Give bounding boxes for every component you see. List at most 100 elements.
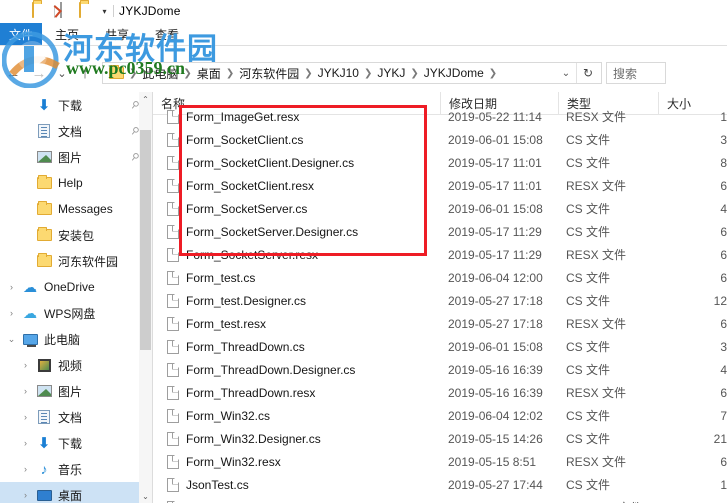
- table-row[interactable]: Form_SocketClient.Designer.cs 2019-05-17 …: [153, 151, 727, 174]
- sidebar-item-4[interactable]: Messages: [0, 196, 152, 222]
- breadcrumb-item-this-pc[interactable]: 此电脑: [139, 65, 181, 82]
- properties-icon[interactable]: [60, 2, 77, 19]
- table-row[interactable]: Form_Win32.cs 2019-06-04 12:02 CS 文件 7: [153, 404, 727, 427]
- file-date-cell: 2019-05-27 17:18: [448, 293, 543, 308]
- scroll-up-icon[interactable]: ⌃: [139, 92, 152, 106]
- recent-locations-icon[interactable]: ⌄: [52, 60, 72, 86]
- chevron-expand-icon[interactable]: ›: [4, 308, 19, 318]
- sidebar-item-5[interactable]: 安装包: [0, 222, 152, 248]
- sidebar-item-9[interactable]: ⌄ 此电脑: [0, 326, 152, 352]
- refresh-icon[interactable]: ↻: [577, 66, 599, 80]
- sidebar-item-label: 此电脑: [44, 332, 81, 347]
- table-row[interactable]: Form_SocketServer.resx 2019-05-17 11:29 RE…: [153, 243, 727, 266]
- file-name-label: Form_SocketServer.cs: [186, 201, 308, 216]
- file-type-cell: RESX 文件: [566, 110, 627, 124]
- file-name-label: Form_Win32.cs: [186, 408, 271, 423]
- tab-share[interactable]: 共享: [92, 23, 143, 46]
- chevron-expand-icon[interactable]: ›: [18, 412, 33, 422]
- breadcrumb-item-jykj10[interactable]: JYKJ10: [315, 66, 362, 80]
- table-row[interactable]: Form_SocketServer.Designer.cs 2019-05-17 …: [153, 220, 727, 243]
- onedrive-icon: ☁: [23, 279, 37, 295]
- file-date-cell: 2019-06-04 12:00: [448, 270, 543, 285]
- folder-icon[interactable]: [79, 2, 96, 19]
- chevron-down-icon[interactable]: ⌄: [556, 68, 576, 79]
- file-type-cell: CS 文件: [566, 432, 611, 446]
- breadcrumb-item-jykj[interactable]: JYKJ: [374, 66, 408, 80]
- sidebar-item-11[interactable]: › 图片: [0, 378, 152, 404]
- chevron-expand-icon[interactable]: ›: [18, 438, 33, 448]
- table-row[interactable]: Form_test.resx 2019-05-27 17:18 RESX 文件 6: [153, 312, 727, 335]
- table-row[interactable]: Form_SocketClient.resx 2019-05-17 11:01 RE…: [153, 174, 727, 197]
- table-row[interactable]: Form_SocketClient.cs 2019-06-01 15:08 CS 文…: [153, 128, 727, 151]
- sidebar-item-8[interactable]: › ☁ WPS网盘: [0, 300, 152, 326]
- forward-arrow-icon[interactable]: →: [26, 60, 52, 86]
- file-name-label: Form_SocketServer.resx: [186, 247, 319, 262]
- up-arrow-icon[interactable]: ↑: [72, 60, 98, 86]
- file-size-cell: 6: [720, 454, 727, 469]
- scroll-down-icon[interactable]: ⌄: [139, 489, 152, 503]
- file-icon: [167, 293, 179, 308]
- table-row[interactable]: Form_ThreadDown.Designer.cs 2019-05-16 16…: [153, 358, 727, 381]
- sidebar-item-2[interactable]: 图片 ⚲: [0, 144, 152, 170]
- chevron-expand-icon[interactable]: ›: [18, 464, 33, 474]
- file-name-cell: Form_SocketServer.resx: [153, 247, 440, 262]
- table-row[interactable]: Form_Win32.resx 2019-05-15 8:51 RESX 文件 6: [153, 450, 727, 473]
- chevron-down-icon[interactable]: ▾: [98, 4, 111, 18]
- table-row[interactable]: Form_ThreadDown.cs 2019-06-01 15:08 CS 文件 3: [153, 335, 727, 358]
- sidebar-item-7[interactable]: › ☁ OneDrive: [0, 274, 152, 300]
- sidebar-item-15[interactable]: › 桌面: [0, 482, 152, 503]
- table-row[interactable]: Form_ThreadDown.resx 2019-05-16 16:39 RESX…: [153, 381, 727, 404]
- sidebar-item-0[interactable]: ⬇ 下载 ⚲: [0, 92, 152, 118]
- file-type-cell: RESX 文件: [566, 248, 627, 262]
- breadcrumb-separator: ❯: [363, 67, 373, 79]
- sidebar-item-14[interactable]: › ♪ 音乐: [0, 456, 152, 482]
- breadcrumb-item-hedong[interactable]: 河东软件园: [236, 65, 302, 82]
- table-row[interactable]: JsonTest.cs 2019-05-27 17:44 CS 文件 1: [153, 473, 727, 496]
- table-row[interactable]: Form_ImageGet.resx 2019-05-22 11:14 RESX 文…: [153, 105, 727, 128]
- chevron-expand-icon[interactable]: ›: [4, 282, 19, 292]
- navpane-scrollbar[interactable]: ⌃ ⌄: [139, 92, 152, 503]
- sidebar-item-13[interactable]: › ⬇ 下载: [0, 430, 152, 456]
- table-row[interactable]: Form_test.cs 2019-06-04 12:00 CS 文件 6: [153, 266, 727, 289]
- file-type-cell: CS 文件: [566, 409, 611, 423]
- tab-home[interactable]: 主页: [42, 23, 93, 46]
- sidebar-item-label: Messages: [58, 202, 113, 216]
- address-breadcrumb-field[interactable]: ❯ 此电脑 ❯ 桌面 ❯ 河东软件园 ❯ JYKJ10 ❯ JYKJ ❯ JYK…: [102, 62, 602, 84]
- back-arrow-icon[interactable]: ←: [0, 60, 26, 86]
- breadcrumb-item-jykjdome[interactable]: JYKJDome: [421, 66, 487, 80]
- chevron-expand-icon[interactable]: ⌄: [4, 334, 19, 345]
- search-input[interactable]: 搜索: [606, 62, 666, 84]
- chevron-expand-icon[interactable]: ›: [18, 490, 33, 500]
- file-name-cell: Form_SocketClient.resx: [153, 178, 440, 193]
- sidebar-item-label: 下载: [58, 436, 83, 451]
- sidebar-item-label: 图片: [58, 150, 83, 165]
- thispc-icon: [19, 333, 41, 347]
- file-size-cell: 6: [720, 178, 727, 193]
- scrollbar-thumb[interactable]: [140, 130, 151, 350]
- table-row[interactable]: Form_SocketServer.cs 2019-06-01 15:08 CS 文…: [153, 197, 727, 220]
- table-row[interactable]: Form_Win32.Designer.cs 2019-05-15 14:26 CS…: [153, 427, 727, 450]
- chevron-expand-icon[interactable]: ›: [18, 360, 33, 370]
- new-folder-icon[interactable]: [32, 2, 49, 19]
- sidebar-item-1[interactable]: 文档 ⚲: [0, 118, 152, 144]
- sidebar-item-3[interactable]: Help: [0, 170, 152, 196]
- ribbon-divider: [0, 45, 727, 46]
- tab-view[interactable]: 查看: [142, 23, 193, 46]
- file-icon: [167, 408, 179, 423]
- sidebar-item-12[interactable]: › 文档: [0, 404, 152, 430]
- file-size-cell: 21: [713, 431, 727, 446]
- desktop-icon: [33, 489, 55, 501]
- file-size-cell: 6: [720, 385, 727, 400]
- file-date-cell: 2019-06-01 15:08: [448, 339, 543, 354]
- sidebar-item-6[interactable]: 河东软件园: [0, 248, 152, 274]
- sidebar-item-label: 文档: [58, 410, 83, 425]
- file-size-cell: 1: [720, 477, 727, 492]
- breadcrumb-item-desktop[interactable]: 桌面: [194, 65, 224, 82]
- table-row[interactable]: Form_test.Designer.cs 2019-05-27 17:18 CS …: [153, 289, 727, 312]
- window-title: JYKJDome: [119, 4, 181, 18]
- file-icon: [167, 132, 179, 147]
- table-row[interactable]: JYKJDome.csproj2019-06-01 15:24CSPROJ 文件…: [153, 496, 727, 503]
- sidebar-item-10[interactable]: › 视频: [0, 352, 152, 378]
- chevron-expand-icon[interactable]: ›: [18, 386, 33, 396]
- tab-file[interactable]: 文件: [0, 23, 42, 46]
